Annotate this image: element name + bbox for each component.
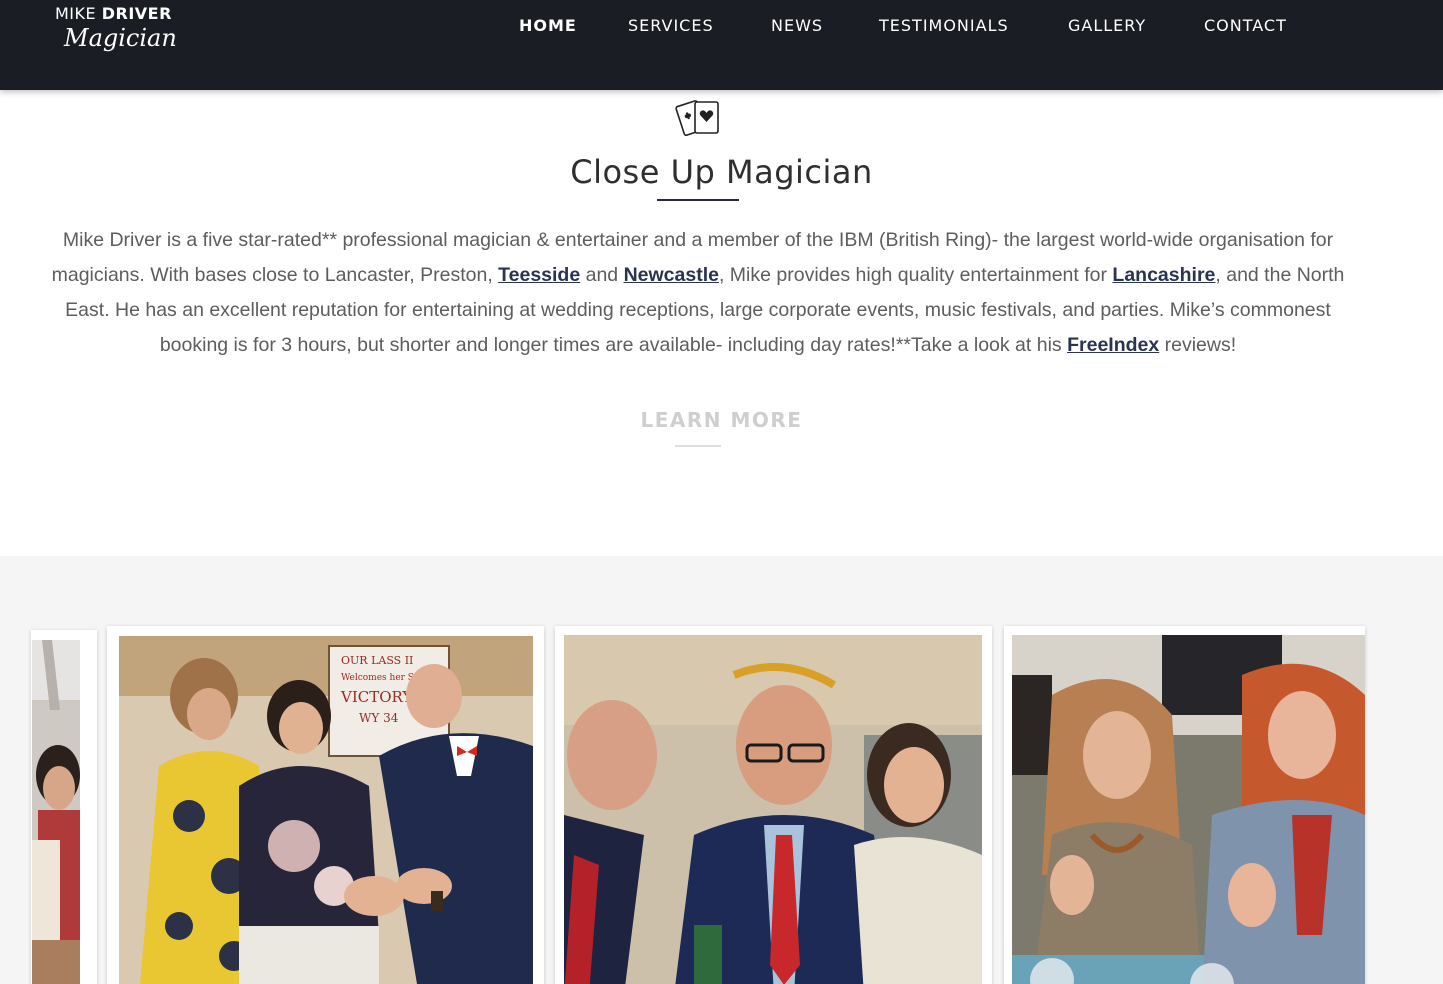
link-teesside[interactable]: Teesside [498, 264, 580, 286]
photo-festival-applause [1012, 635, 1365, 984]
site-header: MIKE DRIVER Magician HOME SERVICES NEWS … [0, 0, 1443, 90]
desc-text: reviews! [1159, 334, 1237, 356]
intro-section: Close Up Magician Mike Driver is a five … [0, 90, 1443, 556]
link-newcastle[interactable]: Newcastle [624, 264, 719, 286]
section-title: Close Up Magician [570, 153, 873, 191]
nav-item-services[interactable]: SERVICES [628, 16, 714, 36]
nav-item-news[interactable]: NEWS [771, 16, 823, 36]
nav-item-home[interactable]: HOME [519, 16, 577, 36]
photo-magician-trick: OUR LASS II Welcomes her Sister VICTORY … [119, 636, 533, 984]
learn-more-underline [675, 445, 721, 447]
gallery-photo-3[interactable] [555, 626, 992, 984]
title-underline [657, 199, 739, 201]
gallery-photo-1[interactable] [31, 630, 97, 984]
desc-text: , Mike provides high quality entertainme… [718, 264, 1113, 286]
playing-cards-icon [675, 100, 719, 136]
nav-item-contact[interactable]: CONTACT [1204, 16, 1287, 36]
learn-more-button[interactable]: LEARN MORE [0, 408, 1443, 432]
photo-guests-laughing [564, 635, 982, 984]
gallery-photo-2[interactable]: OUR LASS II Welcomes her Sister VICTORY … [107, 626, 544, 984]
sign-text: WY 34 [359, 711, 399, 725]
intro-description: Mike Driver is a five star-rated** profe… [45, 223, 1351, 363]
photo-gallery: OUR LASS II Welcomes her Sister VICTORY … [0, 556, 1443, 984]
link-freeindex[interactable]: FreeIndex [1067, 334, 1159, 356]
sign-text: OUR LASS II [341, 654, 413, 667]
logo-wordmark: MIKE DRIVER [55, 4, 177, 24]
site-logo[interactable]: MIKE DRIVER Magician [55, 4, 177, 52]
desc-text: and [580, 264, 624, 286]
link-lancashire[interactable]: Lancashire [1112, 264, 1215, 286]
nav-item-testimonials[interactable]: TESTIMONIALS [879, 16, 1009, 36]
gallery-photo-4[interactable] [1004, 626, 1365, 984]
photo-wedding-guest [32, 640, 80, 984]
logo-name-bold: DRIVER [101, 4, 172, 23]
logo-name-light: MIKE [55, 4, 97, 23]
nav-item-gallery[interactable]: GALLERY [1068, 16, 1146, 36]
logo-script-magician: Magician [64, 24, 177, 52]
